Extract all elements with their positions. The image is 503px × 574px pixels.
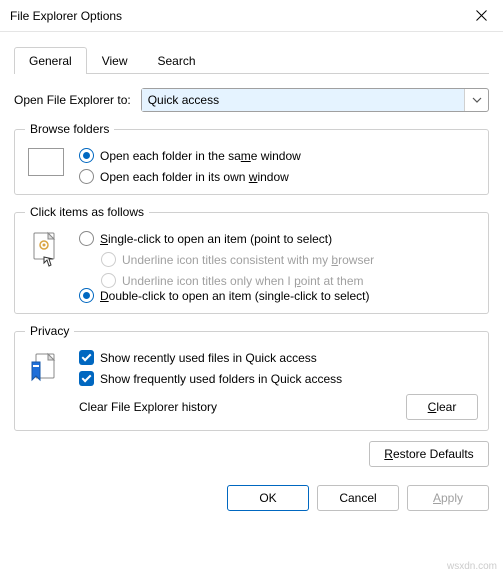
window-icon — [28, 148, 64, 176]
radio-underline-point-label: Underline icon titles only when I point … — [122, 274, 363, 288]
restore-row: Restore Defaults — [14, 441, 489, 467]
dropdown-button[interactable] — [464, 89, 488, 111]
document-click-icon — [30, 231, 62, 269]
radio-own-window-label: Open each folder in its own window — [100, 170, 289, 184]
tab-view[interactable]: View — [87, 47, 143, 74]
checkbox-frequent-folders[interactable]: Show frequently used folders in Quick ac… — [79, 371, 478, 386]
dialog-footer: OK Cancel Apply — [0, 471, 503, 525]
radio-single-click-label: Single-click to open an item (point to s… — [100, 232, 332, 246]
radio-underline-browser: Underline icon titles consistent with my… — [101, 252, 478, 267]
ok-button[interactable]: OK — [227, 485, 309, 511]
tab-strip: General View Search — [14, 46, 489, 74]
close-icon — [476, 10, 487, 21]
privacy-icon — [30, 350, 62, 391]
radio-underline-browser-label: Underline icon titles consistent with my… — [122, 253, 374, 267]
radio-double-click-label: Double-click to open an item (single-cli… — [100, 289, 369, 303]
restore-defaults-button[interactable]: Restore Defaults — [369, 441, 489, 467]
radio-icon — [79, 169, 94, 184]
radio-icon — [79, 231, 94, 246]
radio-icon — [79, 148, 94, 163]
radio-underline-point: Underline icon titles only when I point … — [101, 273, 478, 288]
titlebar: File Explorer Options — [0, 0, 503, 32]
radio-icon — [101, 252, 116, 267]
checkbox-frequent-folders-label: Show frequently used folders in Quick ac… — [100, 372, 342, 386]
checkbox-recent-files[interactable]: Show recently used files in Quick access — [79, 350, 478, 365]
cancel-button[interactable]: Cancel — [317, 485, 399, 511]
click-items-group: Click items as follows Single-click to o… — [14, 205, 489, 314]
radio-same-window[interactable]: Open each folder in the same window — [79, 148, 478, 163]
clear-button[interactable]: Clear — [406, 394, 478, 420]
radio-icon — [79, 288, 94, 303]
clear-history-row: Clear File Explorer history Clear — [79, 394, 478, 420]
checkbox-icon — [79, 371, 94, 386]
click-items-icon-col — [25, 231, 67, 303]
checkbox-recent-files-label: Show recently used files in Quick access — [100, 351, 317, 365]
apply-button: Apply — [407, 485, 489, 511]
privacy-legend: Privacy — [25, 324, 74, 338]
radio-own-window[interactable]: Open each folder in its own window — [79, 169, 478, 184]
chevron-down-icon — [472, 97, 482, 103]
browse-folders-legend: Browse folders — [25, 122, 114, 136]
window-title: File Explorer Options — [10, 9, 122, 23]
radio-icon — [101, 273, 116, 288]
checkbox-icon — [79, 350, 94, 365]
browse-folders-group: Browse folders Open each folder in the s… — [14, 122, 489, 195]
open-explorer-select[interactable]: Quick access — [141, 88, 489, 112]
clear-history-label: Clear File Explorer history — [79, 400, 217, 414]
open-explorer-label: Open File Explorer to: — [14, 93, 131, 107]
privacy-icon-col — [25, 350, 67, 420]
content-area: General View Search Open File Explorer t… — [0, 32, 503, 467]
click-items-legend: Click items as follows — [25, 205, 149, 219]
privacy-group: Privacy Show recently used files in Quic… — [14, 324, 489, 431]
close-button[interactable] — [459, 0, 503, 32]
tab-search[interactable]: Search — [143, 47, 211, 74]
radio-double-click[interactable]: Double-click to open an item (single-cli… — [79, 288, 478, 303]
open-explorer-row: Open File Explorer to: Quick access — [14, 88, 489, 112]
browse-folders-icon-col — [25, 148, 67, 184]
open-explorer-value: Quick access — [142, 89, 464, 111]
radio-single-click[interactable]: Single-click to open an item (point to s… — [79, 231, 478, 246]
watermark: wsxdn.com — [447, 561, 497, 572]
tab-general[interactable]: General — [14, 47, 87, 74]
radio-same-window-label: Open each folder in the same window — [100, 149, 301, 163]
